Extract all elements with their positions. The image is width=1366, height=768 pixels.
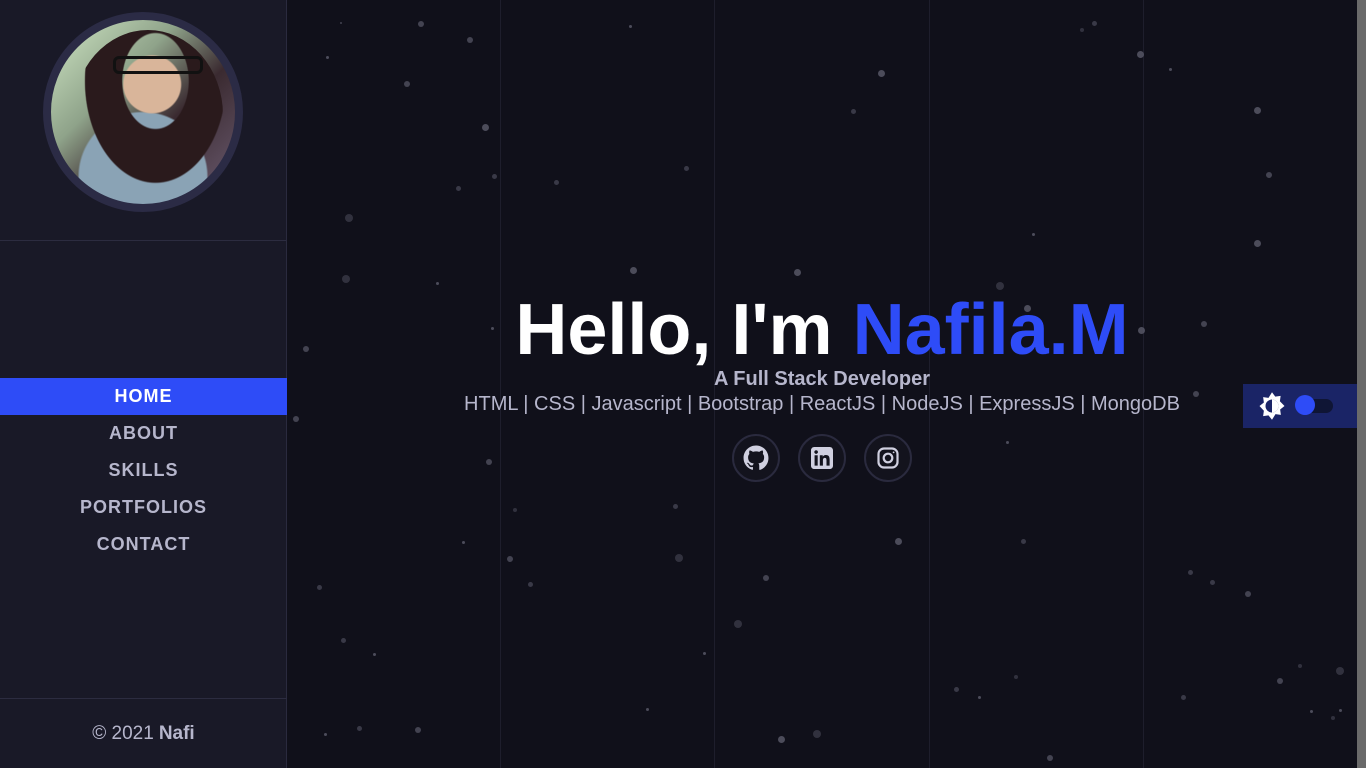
star [878,70,885,77]
hero-greeting: Hello, I'm [515,290,833,370]
star [1188,570,1193,575]
star [404,81,410,87]
avatar-section [0,0,286,241]
sidebar-nav: HOME ABOUT SKILLS PORTFOLIOS CONTACT [0,378,287,563]
instagram-link[interactable] [864,434,912,482]
main-content: Hello, I'm Nafila.M A Full Stack Develop… [287,0,1357,768]
star [317,585,322,590]
star [513,508,517,512]
theme-toggle[interactable] [1243,384,1357,428]
star [1331,716,1335,720]
brightness-icon [1259,392,1285,420]
star [492,174,497,179]
star [1021,539,1026,544]
star [507,556,513,562]
hero-name: Nafila.M [852,290,1129,370]
avatar [43,12,243,212]
star [345,214,353,222]
star [1336,667,1344,675]
star [1254,107,1261,114]
star [996,282,1004,290]
star [415,727,421,733]
star [778,736,785,743]
theme-switch-knob [1295,395,1315,415]
nav-item-contact[interactable]: CONTACT [0,526,287,563]
sidebar-footer: © 2021 Nafi [0,698,287,768]
star [734,620,742,628]
star [813,730,821,738]
star [1080,28,1084,32]
star [1032,233,1035,236]
star [324,733,327,736]
star [373,653,376,656]
star [482,124,489,131]
linkedin-icon [811,447,833,469]
star [1210,580,1215,585]
star [1245,591,1251,597]
star [1254,240,1261,247]
star [763,575,769,581]
instagram-icon [877,447,899,469]
star [340,22,342,24]
star [1169,68,1172,71]
star [794,269,801,276]
star [1277,678,1283,684]
star [1047,755,1053,761]
footer-copyright: © 2021 [92,722,154,744]
theme-switch[interactable] [1295,395,1333,415]
nav-item-skills[interactable]: SKILLS [0,452,287,489]
star [630,267,637,274]
star [851,109,856,114]
hero-role: A Full Stack Developer [714,368,930,390]
star [1137,51,1144,58]
star [673,504,678,509]
star [436,282,439,285]
star [326,56,329,59]
star [646,708,649,711]
github-link[interactable] [732,434,780,482]
star [978,696,981,699]
star [1310,710,1313,713]
nav-item-home[interactable]: HOME [0,378,287,415]
sidebar: HOME ABOUT SKILLS PORTFOLIOS CONTACT © 2… [0,0,287,768]
hero: Hello, I'm Nafila.M A Full Stack Develop… [287,290,1357,482]
star [1339,709,1342,712]
star [895,538,902,545]
star [554,180,559,185]
star [418,21,424,27]
star [675,554,683,562]
hero-title: Hello, I'm Nafila.M [287,290,1357,370]
hero-skills: HTML | CSS | Javascript | Bootstrap | Re… [464,393,1180,415]
star [357,726,362,731]
star [1298,664,1302,668]
star [342,275,350,283]
footer-author: Nafi [158,722,195,744]
star [684,166,689,171]
nav-item-about[interactable]: ABOUT [0,415,287,452]
scrollbar-thumb[interactable] [1357,0,1366,768]
star [462,541,465,544]
star [1266,172,1272,178]
linkedin-link[interactable] [798,434,846,482]
social-links [287,434,1357,482]
star [954,687,959,692]
star [703,652,706,655]
avatar-glasses [113,56,203,74]
star [1181,695,1186,700]
star [1014,675,1018,679]
star [528,582,533,587]
nav-item-portfolios[interactable]: PORTFOLIOS [0,489,287,526]
star [467,37,473,43]
scrollbar[interactable] [1357,0,1366,768]
star [456,186,461,191]
star [341,638,346,643]
star [1092,21,1097,26]
star [629,25,632,28]
github-icon [743,445,769,470]
